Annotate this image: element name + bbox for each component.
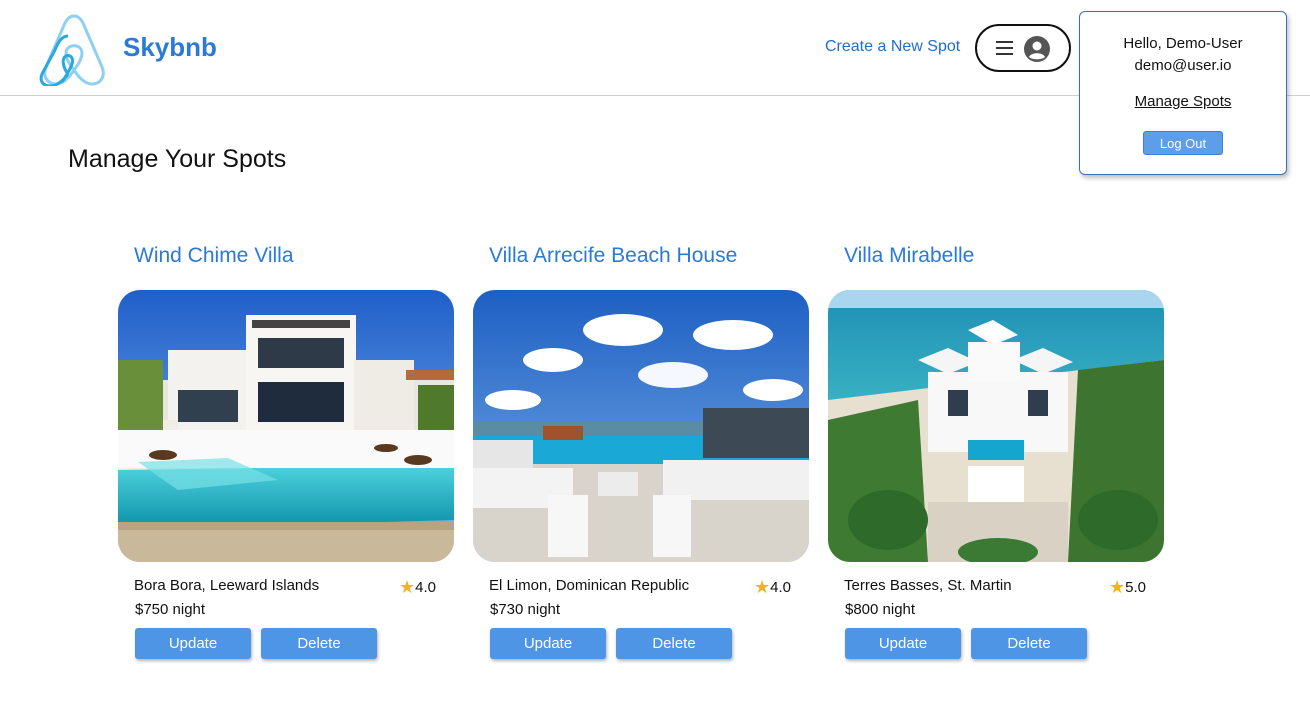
update-spot-button[interactable]: Update bbox=[490, 628, 606, 659]
hamburger-icon bbox=[996, 41, 1013, 55]
brand-name[interactable]: Skybnb bbox=[123, 32, 217, 63]
spot-image[interactable] bbox=[118, 290, 454, 562]
spot-rating: ★5.0 bbox=[1109, 577, 1146, 598]
spot-price: $730 night bbox=[490, 601, 561, 618]
update-spot-button[interactable]: Update bbox=[845, 628, 961, 659]
spot-rating: ★4.0 bbox=[754, 577, 791, 598]
spot-image[interactable] bbox=[828, 290, 1164, 562]
spot-rating: ★4.0 bbox=[399, 577, 436, 598]
spot-location: Bora Bora, Leeward Islands bbox=[134, 577, 320, 594]
rating-value: 4.0 bbox=[415, 579, 436, 596]
manage-spots-row: Manage Spots bbox=[1080, 93, 1286, 110]
user-greeting: Hello, Demo-User bbox=[1123, 35, 1243, 52]
spot-location: El Limon, Dominican Republic bbox=[489, 577, 690, 594]
spot-name[interactable]: Wind Chime Villa bbox=[134, 244, 294, 268]
star-icon: ★ bbox=[399, 577, 416, 597]
profile-dropdown: Hello, Demo-User demo@user.io Manage Spo… bbox=[1079, 11, 1287, 175]
logout-button[interactable]: Log Out bbox=[1143, 131, 1223, 155]
delete-spot-button[interactable]: Delete bbox=[616, 628, 732, 659]
logo-icon[interactable] bbox=[38, 12, 110, 86]
delete-spot-button[interactable]: Delete bbox=[261, 628, 377, 659]
rating-value: 5.0 bbox=[1125, 579, 1146, 596]
delete-spot-button[interactable]: Delete bbox=[971, 628, 1087, 659]
star-icon: ★ bbox=[1109, 577, 1126, 597]
spot-price: $750 night bbox=[135, 601, 206, 618]
user-email: demo@user.io bbox=[1134, 57, 1232, 74]
spot-image[interactable] bbox=[473, 290, 809, 562]
manage-spots-link[interactable]: Manage Spots bbox=[1135, 93, 1232, 110]
spot-location: Terres Basses, St. Martin bbox=[844, 577, 1012, 594]
create-spot-link[interactable]: Create a New Spot bbox=[825, 38, 960, 56]
spot-price: $800 night bbox=[845, 601, 916, 618]
spot-name[interactable]: Villa Mirabelle bbox=[844, 244, 974, 268]
user-circle-icon bbox=[1024, 36, 1050, 62]
profile-menu-button[interactable] bbox=[975, 24, 1071, 72]
spot-card: Villa Mirabelle Terres Basses, St. Marti… bbox=[828, 240, 1164, 670]
rating-value: 4.0 bbox=[770, 579, 791, 596]
update-spot-button[interactable]: Update bbox=[135, 628, 251, 659]
spot-card: Villa Arrecife Beach House El Limon, Dom… bbox=[473, 240, 809, 670]
page-title: Manage Your Spots bbox=[68, 145, 287, 173]
spot-name[interactable]: Villa Arrecife Beach House bbox=[489, 244, 737, 268]
spot-card: Wind Chime Villa Bora Bora, Leeward Isla… bbox=[118, 240, 454, 670]
star-icon: ★ bbox=[754, 577, 771, 597]
